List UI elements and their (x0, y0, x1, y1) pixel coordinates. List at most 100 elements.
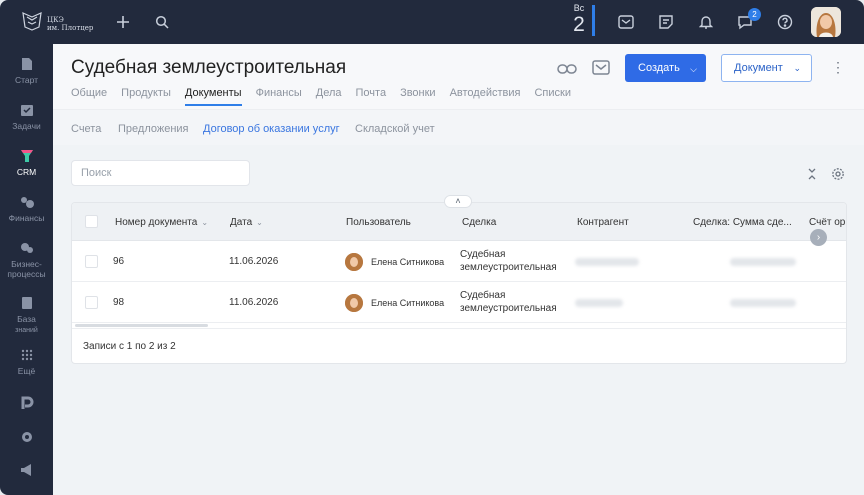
calendar-day-widget[interactable]: Вс 2 (566, 3, 592, 39)
search-icon[interactable] (150, 10, 174, 34)
table-row[interactable]: 96 11.06.2026 Елена Ситникова Судебная з… (72, 241, 846, 282)
subtab-warehouse[interactable]: Складской учет (355, 123, 435, 135)
sidebar-item-knowledge-base[interactable]: База знаний (0, 295, 53, 336)
blurred-counterparty (575, 258, 639, 266)
tab-general[interactable]: Общие (71, 86, 107, 106)
column-header-deal[interactable]: Сделка (462, 217, 496, 228)
day-name: Вс (573, 3, 585, 13)
chevron-down-icon: ⌄ (793, 63, 801, 73)
sidebar-item-business-processes[interactable]: Бизнес- процессы (0, 240, 53, 279)
tab-products[interactable]: Продукты (121, 86, 171, 106)
sidebar-item-label: Задачи (12, 121, 41, 131)
pin-app-icon (21, 396, 33, 409)
deal-line1: Судебная (460, 249, 506, 260)
cell-deal[interactable]: Судебная землеустроительная (460, 248, 557, 274)
top-bar: ЦКЭ им. Плотцер Вс 2 2 (0, 0, 864, 44)
left-sidebar: Старт Задачи CRM Финансы Бизнес- процесс… (0, 44, 53, 495)
sidebar-item-label: Бизнес- (11, 259, 42, 269)
sidebar-item-finance[interactable]: Финансы (0, 194, 53, 223)
create-button[interactable]: Создать ⌵ (625, 54, 706, 82)
row-checkbox[interactable] (85, 255, 98, 268)
subtab-invoices[interactable]: Счета (71, 123, 101, 135)
chevron-down-icon: ⌵ (690, 64, 697, 74)
column-header-deal-amount[interactable]: Сделка: Сумма сде... (693, 217, 792, 228)
sort-chevron-icon: ⌄ (256, 218, 263, 227)
column-header-org-account[interactable]: Счёт орг (809, 217, 846, 228)
column-label: Дата (230, 217, 253, 228)
create-button-label: Создать (638, 62, 680, 74)
column-label: Номер документа (115, 217, 198, 228)
sidebar-item-more[interactable]: Ещё (0, 347, 53, 376)
sidebar-item-start[interactable]: Старт (0, 56, 53, 85)
entity-tabs: Общие Продукты Документы Финансы Дела По… (71, 86, 585, 106)
sidebar-item-label: Финансы (8, 213, 45, 223)
main-area: Судебная землеустроительная Общие Продук… (53, 44, 864, 495)
help-icon[interactable] (773, 10, 797, 34)
link-icon[interactable] (556, 58, 578, 80)
crm-icon (20, 150, 33, 162)
notes-icon[interactable] (654, 10, 678, 34)
cell-number[interactable]: 98 (113, 297, 124, 308)
tab-calls[interactable]: Звонки (400, 86, 436, 106)
sidebar-item-pinned-1[interactable] (0, 395, 53, 414)
document-button[interactable]: Документ ⌄ (721, 54, 812, 82)
sidebar-item-label: База (17, 314, 36, 324)
day-accent-bar (592, 5, 595, 36)
business-process-icon (20, 243, 33, 253)
chat-badge: 2 (748, 8, 761, 21)
search-input[interactable]: Поиск (71, 160, 250, 186)
cell-user[interactable]: Елена Ситникова (371, 298, 444, 308)
sidebar-item-crm[interactable]: CRM (0, 148, 53, 177)
deal-line2: землеустроительная (460, 262, 557, 273)
collapse-icon[interactable] (806, 167, 818, 181)
table-row[interactable]: 98 11.06.2026 Елена Ситникова Судебная з… (72, 282, 846, 323)
column-header-user[interactable]: Пользователь (346, 217, 411, 228)
blurred-amount (730, 299, 796, 307)
select-all-checkbox[interactable] (85, 215, 98, 228)
sidebar-item-tasks[interactable]: Задачи (0, 102, 53, 131)
more-vertical-icon[interactable]: ⋮ (831, 58, 845, 78)
scroll-up-button[interactable]: ˄ (444, 195, 472, 208)
add-plus-icon[interactable] (111, 10, 135, 34)
tab-documents[interactable]: Документы (184, 86, 242, 106)
document-button-label: Документ (734, 62, 783, 74)
gear-icon (21, 432, 32, 442)
row-checkbox[interactable] (85, 296, 98, 309)
cell-date: 11.06.2026 (229, 297, 279, 308)
blurred-amount (730, 258, 796, 266)
entity-header: Судебная землеустроительная Общие Продук… (53, 44, 864, 109)
sidebar-item-pinned-3[interactable] (0, 462, 53, 481)
tab-automation[interactable]: Автодействия (450, 86, 521, 106)
tab-mail[interactable]: Почта (356, 86, 387, 106)
cell-user[interactable]: Елена Ситникова (371, 257, 444, 267)
mail-icon[interactable] (614, 10, 638, 34)
cell-number[interactable]: 96 (113, 256, 124, 267)
tab-finance[interactable]: Финансы (256, 86, 302, 106)
sidebar-item-label: Старт (14, 75, 39, 85)
deal-line2: землеустроительная (460, 303, 557, 314)
sidebar-item-label: CRM (16, 167, 37, 177)
tab-cases[interactable]: Дела (316, 86, 342, 106)
cell-deal[interactable]: Судебная землеустроительная (460, 289, 557, 315)
sort-chevron-icon: ⌄ (201, 218, 209, 227)
start-icon (21, 58, 32, 70)
sidebar-item-label: Ещё (17, 366, 36, 376)
knowledge-base-icon (21, 297, 32, 309)
column-header-number[interactable]: Номер документа ⌄ (115, 217, 208, 228)
horizontal-scrollbar[interactable] (75, 324, 208, 327)
gear-icon[interactable] (831, 167, 845, 181)
subtab-proposals[interactable]: Предложения (118, 123, 189, 135)
sidebar-item-pinned-2[interactable] (0, 429, 53, 448)
column-header-counterparty[interactable]: Контрагент (577, 217, 629, 228)
user-avatar[interactable] (811, 7, 841, 37)
more-grid-icon (21, 349, 32, 361)
tab-lists[interactable]: Списки (534, 86, 571, 106)
logo-text-line1: ЦКЭ (47, 16, 64, 24)
bell-icon[interactable] (694, 10, 718, 34)
logo-text-line2: им. Плотцер (47, 24, 94, 32)
subtab-service-contract[interactable]: Договор об оказании услуг (203, 123, 340, 135)
blurred-counterparty (575, 299, 623, 307)
company-logo[interactable]: ЦКЭ им. Плотцер (20, 9, 110, 35)
column-header-date[interactable]: Дата ⌄ (230, 217, 263, 228)
envelope-icon[interactable] (591, 59, 611, 79)
